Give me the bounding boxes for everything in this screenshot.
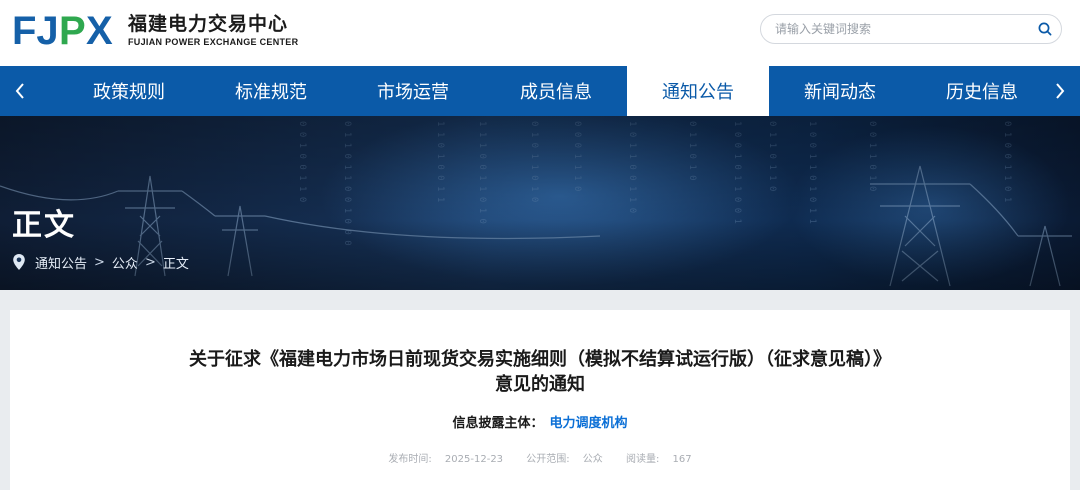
svg-text:FJ: FJ <box>12 9 59 52</box>
chevron-right-icon <box>1056 83 1065 99</box>
scope-label: 公开范围: <box>526 454 570 465</box>
page-banner: 0 0 1 0 0 1 1 0 0 1 1 0 1 1 0 0 1 0 0 0 … <box>0 116 1080 290</box>
disclosure-subject-label: 信息披露主体： <box>452 416 544 431</box>
search-box <box>760 14 1062 44</box>
publish-date: 2025-12-23 <box>444 454 504 465</box>
nav-item-market-operations[interactable]: 市场运营 <box>342 66 484 116</box>
svg-text:X: X <box>86 9 113 52</box>
svg-text:P: P <box>59 9 86 52</box>
breadcrumb-notices[interactable]: 通知公告 <box>35 253 87 272</box>
views-count: 167 <box>672 454 692 465</box>
logo-english-name: FUJIAN POWER EXCHANGE CENTER <box>128 37 299 47</box>
nav-item-history[interactable]: 历史信息 <box>911 66 1053 116</box>
nav-item-standards[interactable]: 标准规范 <box>200 66 342 116</box>
breadcrumb-public[interactable]: 公众 <box>112 253 138 272</box>
publish-date-label: 发布时间: <box>388 454 432 465</box>
disclosure-subject-value[interactable]: 电力调度机构 <box>550 416 628 431</box>
nav-item-notices[interactable]: 通知公告 <box>627 66 769 116</box>
article-title-line-2: 意见的通知 <box>495 374 585 395</box>
scope-value: 公众 <box>582 454 603 465</box>
views-label: 阅读量: <box>625 454 660 465</box>
main-nav: 政策规则 标准规范 市场运营 成员信息 通知公告 新闻动态 历史信息 <box>0 66 1080 116</box>
article-title-line-1: 关于征求《福建电力市场日前现货交易实施细则（模拟不结算试运行版）（征求意见稿）》 <box>189 349 891 370</box>
banner-title: 正文 <box>12 208 76 243</box>
chevron-left-icon <box>15 83 24 99</box>
nav-prev-arrow[interactable] <box>0 66 40 116</box>
logo-chinese-name: 福建电力交易中心 <box>128 13 289 35</box>
breadcrumb: 通知公告 > 公众 > 正文 <box>12 252 189 272</box>
location-pin-icon <box>13 254 25 270</box>
article-card: 关于征求《福建电力市场日前现货交易实施细则（模拟不结算试运行版）（征求意见稿）》… <box>10 310 1070 490</box>
site-logo[interactable]: FJ P X 福建电力交易中心 FUJIAN POWER EXCHANGE CE… <box>12 8 298 52</box>
search-icon[interactable] <box>1037 21 1053 37</box>
nav-item-policy-rules[interactable]: 政策规则 <box>58 66 200 116</box>
disclosure-subject: 信息披露主体： 电力调度机构 <box>10 412 1070 431</box>
breadcrumb-current: 正文 <box>162 256 189 272</box>
search-input[interactable] <box>775 21 1025 37</box>
site-header: FJ P X 福建电力交易中心 FUJIAN POWER EXCHANGE CE… <box>0 0 1080 66</box>
article-meta: 发布时间: 2025-12-23 公开范围: 公众 阅读量: 167 <box>10 450 1070 465</box>
article-title: 关于征求《福建电力市场日前现货交易实施细则（模拟不结算试运行版）（征求意见稿）》… <box>10 347 1070 397</box>
nav-item-member-info[interactable]: 成员信息 <box>485 66 627 116</box>
breadcrumb-separator-icon: > <box>94 254 105 270</box>
fjpx-logo-mark: FJ P X <box>12 9 113 52</box>
nav-item-news[interactable]: 新闻动态 <box>769 66 911 116</box>
nav-next-arrow[interactable] <box>1040 66 1080 116</box>
breadcrumb-separator-icon: > <box>144 254 156 270</box>
